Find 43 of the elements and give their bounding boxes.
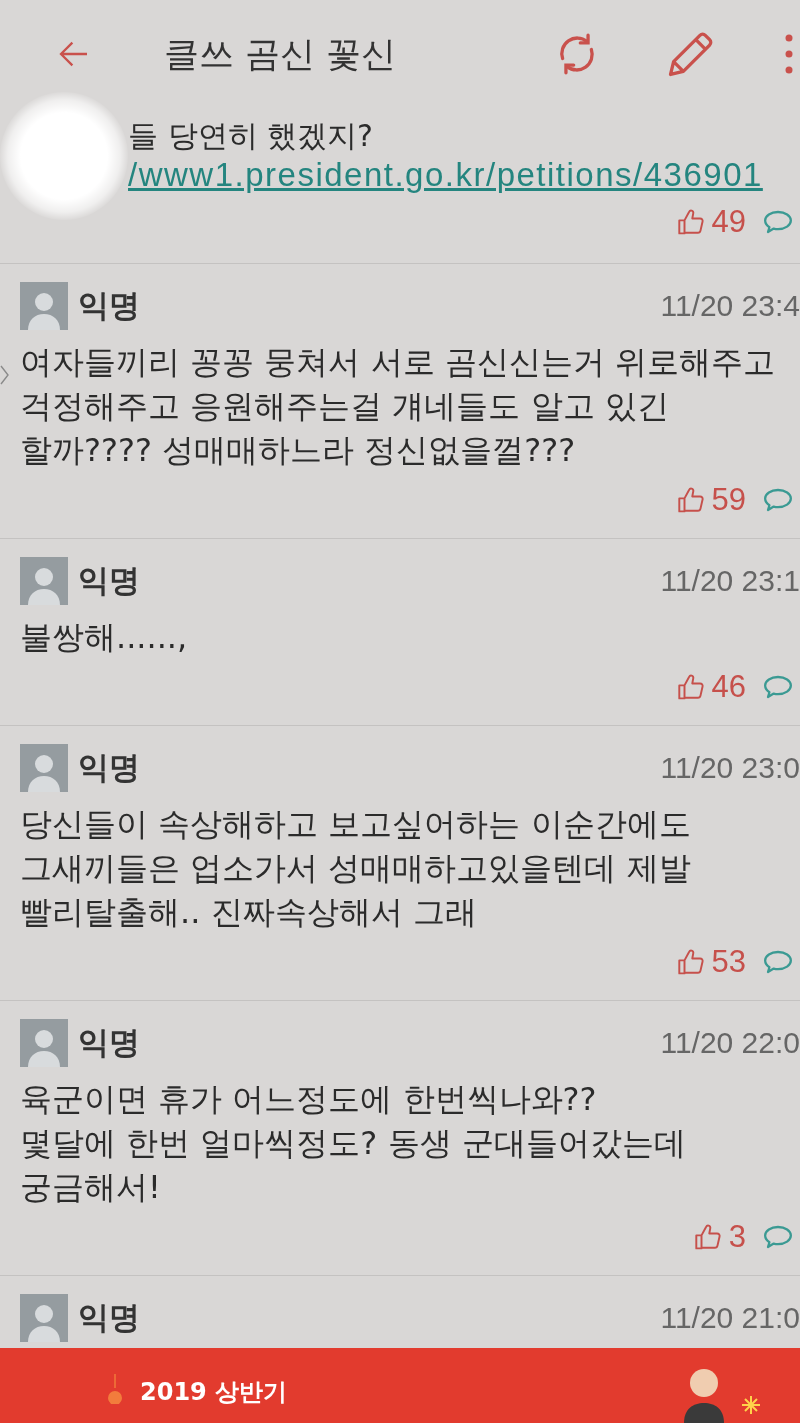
- thumbs-up-icon: [677, 209, 704, 235]
- comment-text: 여자들끼리 꽁꽁 뭉쳐서 서로 곰신신는거 위로해주고 걱정해주고 응원해주는걸 걔네들도 알고 있긴 할까???? 성매매하느라 정신없을껄???: [20, 342, 776, 471]
- comment-icon[interactable]: [764, 675, 792, 699]
- comment-date: 11/20 23:4: [660, 289, 800, 323]
- avatar-icon: [20, 282, 68, 330]
- comment-text: 불쌍해......,: [20, 617, 189, 658]
- comment-date: 11/20 21:0: [660, 1301, 800, 1335]
- comment-icon[interactable]: [764, 1225, 792, 1249]
- comment-date: 11/20 23:0: [660, 751, 800, 785]
- author-name: 익명: [78, 1298, 140, 1337]
- author-name: 익명: [78, 1023, 140, 1062]
- avatar-icon: [20, 1019, 68, 1067]
- like-button[interactable]: 3: [694, 1219, 746, 1255]
- comment-icon[interactable]: [764, 950, 792, 974]
- comment-icon[interactable]: [764, 210, 792, 234]
- avatar-icon: [20, 744, 68, 792]
- comment-date: 11/20 23:1: [660, 564, 800, 598]
- banner-text: 2019 상반기: [140, 1378, 288, 1406]
- comment-text: 당신들이 속상해하고 보고싶어하는 이순간에도 그새끼들은 업소가서 성매매하고있을텐데 제발 빨리탈출해.. 진짜속상해서 그래: [20, 804, 692, 933]
- thumbs-up-icon: [677, 949, 704, 975]
- like-button[interactable]: 59: [677, 482, 746, 518]
- author-name: 익명: [78, 561, 140, 600]
- thumbs-up-icon: [677, 674, 704, 700]
- thumbs-up-icon: [677, 487, 704, 513]
- pencil-icon[interactable]: [668, 31, 714, 77]
- comment-text: 육군이면 휴가 어느정도에 한번씩나와?? 몇달에 한번 얼마씩정도? 동생 군대들어갔는데 궁금해서!: [20, 1079, 687, 1208]
- chevron-right-icon[interactable]: [0, 364, 10, 386]
- page-title: 클쓰 곰신 꽃신: [164, 32, 397, 76]
- like-button[interactable]: 46: [677, 669, 746, 705]
- author-name: 익명: [78, 748, 140, 787]
- petition-link[interactable]: /www1.president.go.kr/petitions/436901: [128, 156, 763, 194]
- author-name: 익명: [78, 286, 140, 325]
- like-button[interactable]: 53: [677, 944, 746, 980]
- comment-icon[interactable]: [764, 488, 792, 512]
- thumbs-up-icon: [694, 1224, 721, 1250]
- ad-banner[interactable]: 2019 상반기: [0, 1348, 800, 1423]
- sparkle-icon: [742, 1396, 760, 1414]
- avatar-icon: [20, 1294, 68, 1342]
- comment-date: 11/20 22:0: [660, 1026, 800, 1060]
- avatar-icon: [20, 557, 68, 605]
- comment-text: 들 당연히 했겠지?: [128, 117, 374, 155]
- like-button[interactable]: 49: [677, 204, 746, 240]
- more-icon[interactable]: [784, 32, 794, 76]
